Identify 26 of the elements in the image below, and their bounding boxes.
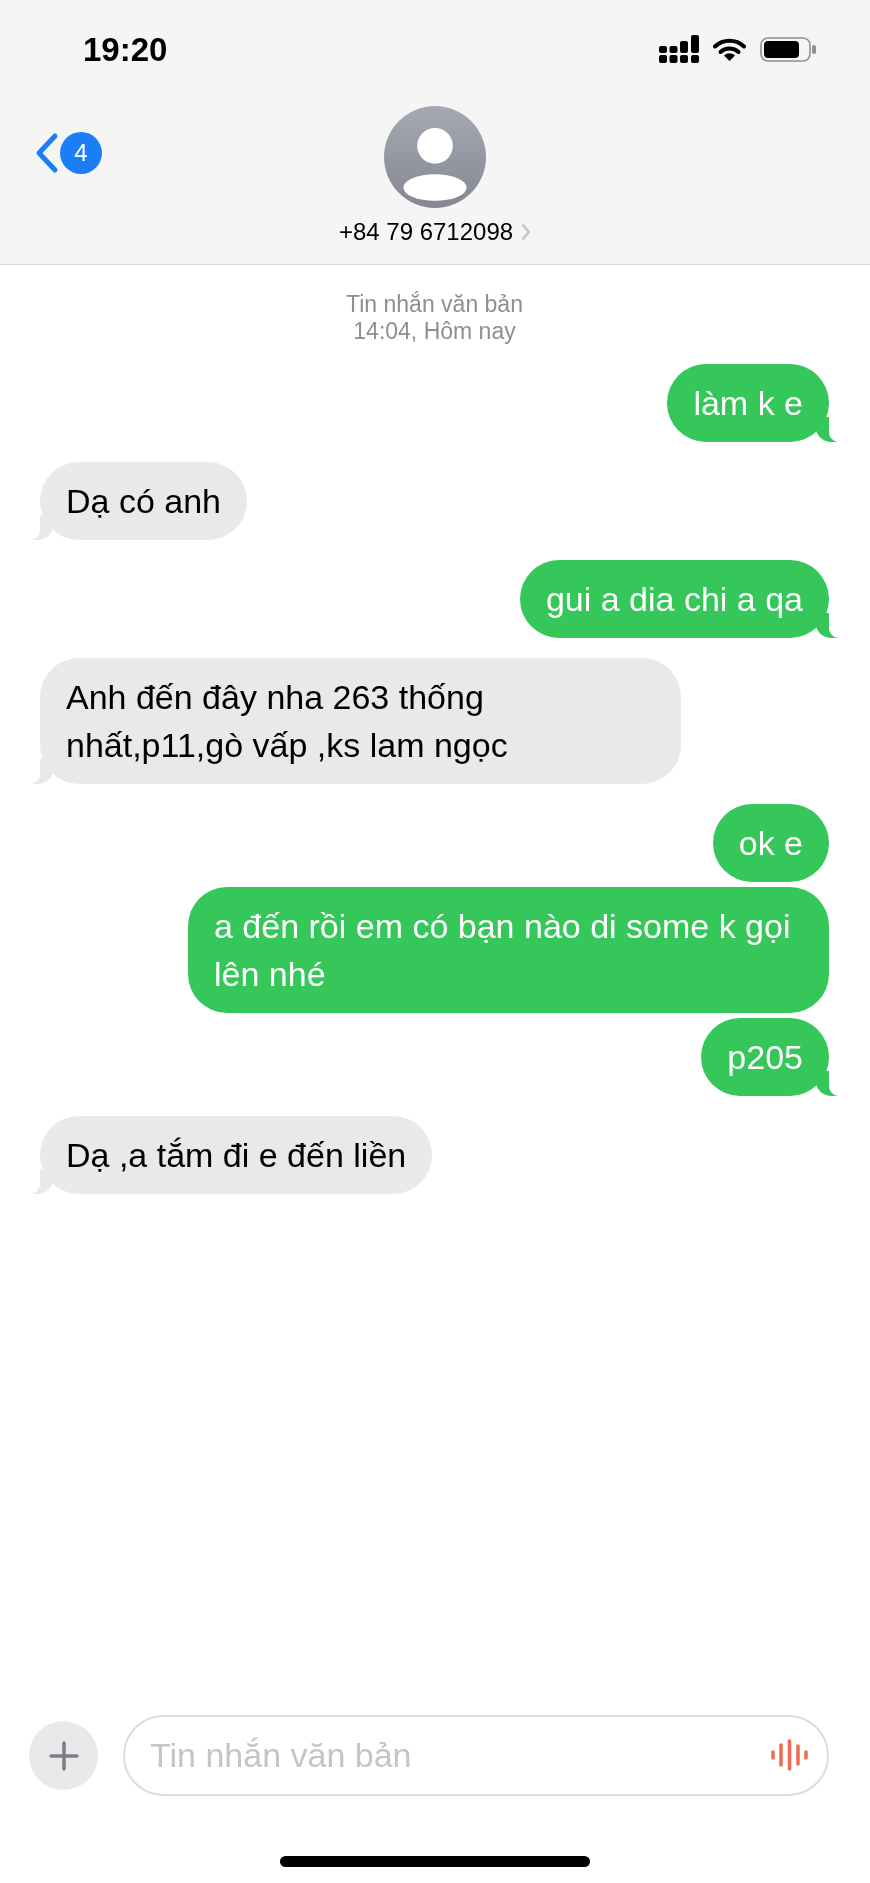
- sent-message: a đến rồi em có bạn nào di some k gọi lên nhé: [188, 887, 829, 1013]
- bubble-tail-icon: [816, 417, 838, 442]
- bubble-tail-icon: [816, 613, 838, 638]
- sent-message: làm k e: [667, 364, 838, 442]
- chevron-right-icon: [521, 223, 532, 241]
- bubble-tail-icon: [816, 1071, 838, 1096]
- message-field[interactable]: Tin nhắn văn bản: [123, 1715, 829, 1796]
- waveform-icon[interactable]: [771, 1739, 808, 1771]
- sent-message: gui a dia chi a qa: [519, 560, 838, 638]
- received-message: Dạ có anh: [31, 462, 247, 540]
- message-type-label: Tin nhắn văn bản: [346, 291, 523, 318]
- received-message: Anh đến đây nha 263 thống nhất,p11,gò vấp ,ks lam ngọc: [31, 658, 681, 784]
- plus-icon: [48, 1740, 79, 1771]
- battery-icon: [760, 36, 816, 62]
- chevron-left-icon: [34, 132, 59, 174]
- sent-message: p205: [701, 1018, 838, 1096]
- status-time: 19:20: [83, 32, 168, 66]
- wifi-icon: [713, 37, 746, 61]
- avatar-icon[interactable]: [384, 106, 486, 208]
- timestamp: 14:04, Hôm nay: [352, 318, 517, 345]
- unread-count-badge: 4: [60, 132, 102, 174]
- received-message: Dạ ,a tắm đi e đến liền: [31, 1116, 433, 1194]
- signal-icon: [659, 35, 699, 63]
- back-button[interactable]: 4: [34, 132, 102, 174]
- contact-number[interactable]: +84 79 6712098: [338, 217, 514, 247]
- sent-message: ok e: [712, 804, 829, 882]
